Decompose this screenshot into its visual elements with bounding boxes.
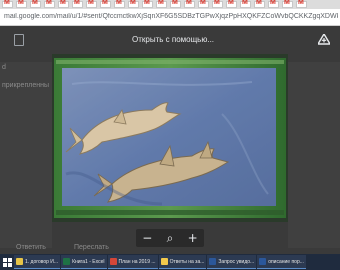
gmail-bookmark-icon[interactable]	[72, 0, 83, 8]
gmail-bookmark-icon[interactable]	[30, 0, 41, 8]
gmail-bookmark-icon[interactable]	[184, 0, 195, 8]
open-with-button[interactable]: Открыть с помощью...	[132, 35, 214, 44]
attachment-image	[52, 54, 288, 222]
gmail-bookmark-icon[interactable]	[226, 0, 237, 8]
gmail-bookmark-icon[interactable]	[198, 0, 209, 8]
gmail-bookmark-icon[interactable]	[282, 0, 293, 8]
taskbar-item-label: Запрос увидо...	[218, 258, 255, 265]
taskbar-item-label: План на 2019 ...	[118, 258, 156, 265]
gmail-bookmark-icon[interactable]	[240, 0, 251, 8]
background-reply-label: Ответить	[16, 244, 46, 251]
attachment-viewer: d прикрепленны Открыть с помощью... − ⌕ …	[0, 26, 340, 254]
taskbar-item[interactable]: 1. договор И...	[14, 255, 61, 269]
background-label-attached: прикрепленны	[2, 82, 49, 89]
taskbar-item-label: описание пор...	[268, 258, 304, 265]
zoom-in-button[interactable]: +	[186, 231, 200, 245]
address-url[interactable]: mail.google.com/mail/u/1/#sent/Qfccmctkw…	[4, 13, 338, 20]
app-icon	[109, 258, 117, 265]
taskbar-item[interactable]: Ответы на за...	[158, 255, 207, 269]
gmail-bookmark-icon[interactable]	[58, 0, 69, 8]
gmail-bookmark-icon[interactable]	[16, 0, 27, 8]
image-file-icon	[14, 34, 24, 46]
taskbar-item[interactable]: Книга1 - Excel	[61, 255, 107, 269]
taskbar-item-label: Ответы на за...	[169, 258, 205, 265]
windows-logo-icon	[2, 257, 12, 267]
zoom-reset-icon[interactable]: ⌕	[163, 231, 177, 245]
windows-taskbar: 1. договор И... Книга1 - Excel План на 201…	[0, 254, 340, 270]
taskbar-item-label: Книга1 - Excel	[72, 258, 105, 265]
app-icon	[209, 258, 217, 265]
gmail-bookmark-icon[interactable]	[212, 0, 223, 8]
taskbar-item[interactable]: описание пор...	[257, 255, 306, 269]
add-to-drive-icon[interactable]	[318, 34, 330, 45]
gmail-bookmark-icon[interactable]	[2, 0, 13, 8]
gmail-bookmark-icon[interactable]	[128, 0, 139, 8]
gmail-bookmark-icon[interactable]	[114, 0, 125, 8]
app-icon	[160, 258, 168, 265]
background-label-left: d	[2, 64, 6, 71]
zoom-out-button[interactable]: −	[140, 231, 154, 245]
background-forward-label: Переслать	[74, 244, 109, 251]
taskbar-item[interactable]: Запрос увидо...	[207, 255, 257, 269]
background-panel-right	[288, 62, 340, 248]
viewer-toolbar: Открыть с помощью...	[0, 26, 340, 54]
app-icon	[16, 258, 23, 265]
gmail-bookmark-icon[interactable]	[268, 0, 279, 8]
background-panel-left	[0, 62, 52, 248]
start-button[interactable]	[0, 254, 14, 270]
gmail-bookmark-icon[interactable]	[44, 0, 55, 8]
taskbar-item[interactable]: План на 2019 ...	[107, 255, 158, 269]
gmail-bookmark-icon[interactable]	[254, 0, 265, 8]
gmail-bookmark-icon[interactable]	[170, 0, 181, 8]
shark-painting-image	[52, 54, 288, 222]
gmail-bookmark-icon[interactable]	[296, 0, 307, 8]
gmail-bookmark-icon[interactable]	[100, 0, 111, 8]
address-bar[interactable]: mail.google.com/mail/u/1/#sent/Qfccmctkw…	[0, 9, 340, 26]
app-icon	[63, 258, 71, 265]
app-icon	[259, 258, 267, 265]
taskbar-item-label: 1. договор И...	[25, 258, 59, 265]
bookmark-bar	[0, 0, 340, 9]
gmail-bookmark-icon[interactable]	[156, 0, 167, 8]
gmail-bookmark-icon[interactable]	[142, 0, 153, 8]
background-actions: Ответить Переслать	[0, 244, 340, 254]
gmail-bookmark-icon[interactable]	[86, 0, 97, 8]
